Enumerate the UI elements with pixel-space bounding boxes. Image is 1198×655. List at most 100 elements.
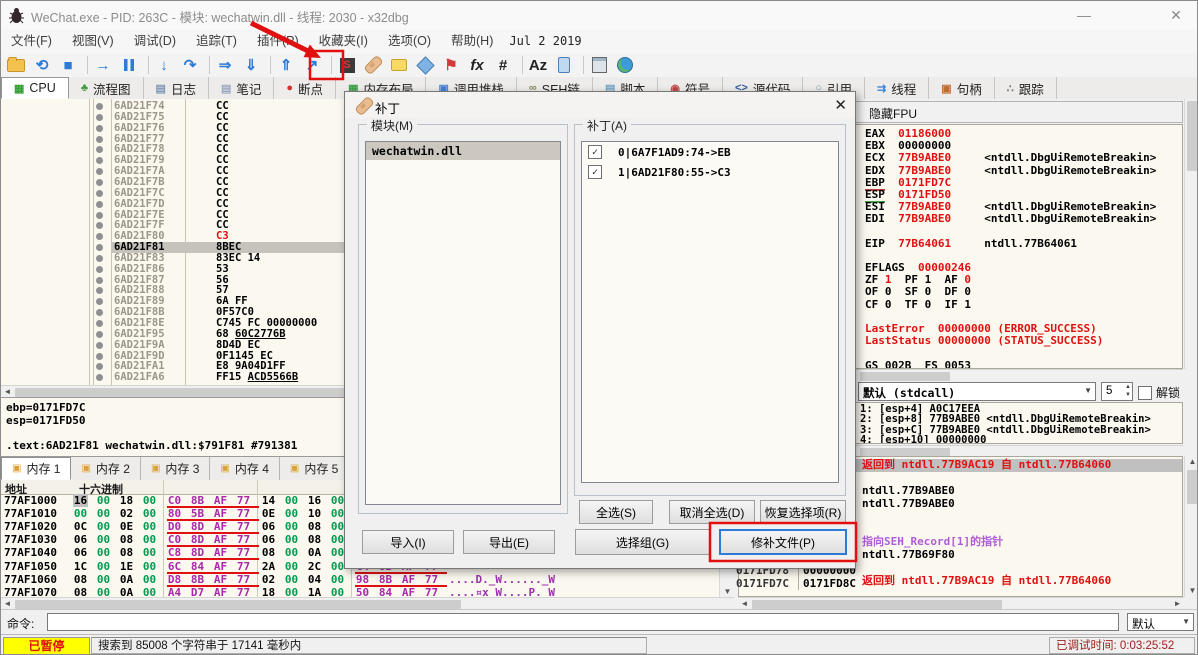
dump-byte-group: C0 8D AF 77 [167,533,259,548]
register-segment: 77B9ABE0 [898,212,952,226]
breakpoint-dot-icon [96,374,103,382]
dump-byte-group: 06 00 08 00 [261,520,353,534]
menu-debug[interactable]: 调试(D) [124,29,186,53]
register-segment: 0 [964,273,971,287]
pause-icon[interactable] [118,55,140,75]
strings-icon[interactable]: Az [527,55,549,75]
stack-comment: 返回到 ntdll.77B9AC19 自 ntdll.77B64060 [862,574,1112,588]
step-into-icon[interactable]: ↓ [153,55,175,75]
export-button[interactable]: 导出(E) [463,530,555,554]
unlock-checkbox[interactable]: 解锁 [1138,384,1180,401]
dump-tab-3[interactable]: ▣ 内存 3 [141,457,211,480]
dump-tab-2[interactable]: ▣ 内存 2 [71,457,141,480]
hash-icon[interactable]: # [492,55,514,75]
calculator-icon[interactable] [588,55,610,75]
patches-groupbox: 补丁(A) ✓ 0|6A7F1AD9:74->EB ✓ 1|6AD21F80:55->… [574,117,846,496]
register-segment: ntdll.77B64061 [951,236,1077,250]
stack-comment: ntdll.77B69F80 [862,548,955,562]
calling-convention-select[interactable]: 默认 (stdcall) ▼ [858,382,1096,401]
modules-list[interactable]: wechatwin.dll [365,141,561,505]
restart-icon[interactable]: ⟲ [31,55,53,75]
dump-tab-1[interactable]: ▣ 内存 1 [1,457,72,480]
patch-icon[interactable] [362,54,384,76]
execute-till-return-icon[interactable]: ⇒ [214,55,236,75]
patch-list-item[interactable]: ✓ 1|6AD21F80:55->C3 [582,162,838,182]
tab-handles[interactable]: ▣ 句柄 [929,77,995,99]
command-input[interactable] [47,613,1119,631]
run-to-user-code-icon[interactable]: ⇑ [275,55,297,75]
menu-trace[interactable]: 追踪(T) [186,29,247,53]
menu-plugins[interactable]: 插件(P) [247,29,309,53]
dump-tab-5[interactable]: ▣ 内存 5 [280,457,350,480]
dump-byte-group: 08 00 0A 00 [73,586,165,598]
run-until-expression-icon[interactable]: ↗ [301,55,323,75]
close-button[interactable]: ✕ [1153,1,1197,29]
restart-icon-glyph: ⟲ [35,56,49,74]
modules-icon[interactable] [553,55,575,75]
dump-tab-4[interactable]: ▣ 内存 4 [210,457,280,480]
register-segment: EDX [865,163,899,177]
argument-lines: 1: [esp+4] A0C17EEA 2: [esp+8] 77B9ABE0 <… [860,404,1151,443]
seh-badge-icon[interactable]: S [336,55,358,75]
tab-label: 日志 [170,82,196,97]
byte-segment: ACD5566B [247,371,299,384]
checkbox-icon[interactable]: ✓ [588,145,602,159]
step-out-icon[interactable]: ⇓ [240,55,262,75]
globe-icon[interactable] [614,55,636,75]
function-icon[interactable]: fx [466,55,488,75]
dump-address: 77AF1040 [4,546,57,560]
registers-vscrollbar[interactable] [1184,99,1197,369]
stop-icon[interactable]: ■ [57,55,79,75]
step-over-icon[interactable]: ↷ [179,55,201,75]
patch-dialog-titlebar[interactable]: 补丁 ✕ [345,92,855,118]
dump-byte-group: 1C 00 1E 00 [73,559,165,573]
minimize-button[interactable]: — [1061,1,1107,29]
dump-tab-icon: ▣ [12,463,22,474]
label-icon[interactable] [414,55,436,75]
tab-breakpoints[interactable]: ● 断点 [274,77,337,99]
select-all-button[interactable]: 全选(S) [579,500,653,524]
breakpoint-dot-icon [96,200,103,208]
tab-cpu[interactable]: ▦ CPU [1,77,69,99]
dialog-close-icon[interactable]: ✕ [834,96,847,114]
tab-trace[interactable]: ∴ 跟踪 [994,77,1057,99]
stack-vscrollbar[interactable]: ▲ ▼ [1184,456,1197,597]
import-button[interactable]: 导入(I) [362,530,454,554]
patch-list-item[interactable]: ✓ 0|6A7F1AD9:74->EB [582,142,838,162]
tab-log[interactable]: ▤ 日志 [143,77,209,99]
module-list-item[interactable]: wechatwin.dll [366,142,560,160]
run-icon[interactable]: → [92,55,114,75]
breakpoint-dot-icon [96,135,103,143]
dump-byte: 00 [96,572,111,586]
menu-options[interactable]: 选项(O) [378,29,441,53]
bookmark-icon[interactable]: ⚑ [440,55,462,75]
open-file-icon[interactable] [5,55,27,75]
select-group-button[interactable]: 选择组(G) [575,529,710,555]
menu-view[interactable]: 视图(V) [62,29,124,53]
patches-list[interactable]: ✓ 0|6A7F1AD9:74->EB ✓ 1|6AD21F80:55->C3 [581,141,839,483]
patch-file-button[interactable]: 修补文件(P) [719,529,847,555]
command-profile-select[interactable]: 默认 ▼ [1127,613,1194,631]
tab-graph[interactable]: ♣ 流程图 [68,77,144,99]
comment-icon[interactable] [388,55,410,75]
dump-byte: 08 [307,520,322,534]
dump-byte: 5B [190,507,205,521]
dump-byte: AF [213,572,228,586]
dump-byte: 00 [142,559,157,573]
menu-favourites[interactable]: 收藏夹(I) [309,29,378,53]
restore-selected-button[interactable]: 恢复选择项(R) [760,500,846,524]
tab-threads[interactable]: ⇉ 线程 [865,77,930,99]
dump-row[interactable]: 77AF1060 08 00 0A 00 D8 8B AF 77 02 00 04 00 98 8B AF 77… [1,572,719,587]
tab-notes[interactable]: ▤ 笔记 [208,77,275,99]
register-segment: OF 0 SF 0 DF 0 [865,285,971,299]
tab-label: 流程图 [93,82,131,97]
checkbox-icon[interactable]: ✓ [588,165,602,179]
threads-icon: ⇉ [877,82,887,95]
dump-address: 77AF1030 [4,533,57,547]
menu-help[interactable]: 帮助(H) [441,29,503,53]
menu-file[interactable]: 文件(F) [1,29,62,53]
cpu-icon: ▦ [14,82,25,95]
argument-count-stepper[interactable]: 5 ▲ ▼ [1101,382,1133,401]
stack-frame-row[interactable]: 0171FD7C 0171FD8C [736,577,856,590]
deselect-all-button[interactable]: 取消全选(D) [669,500,755,524]
